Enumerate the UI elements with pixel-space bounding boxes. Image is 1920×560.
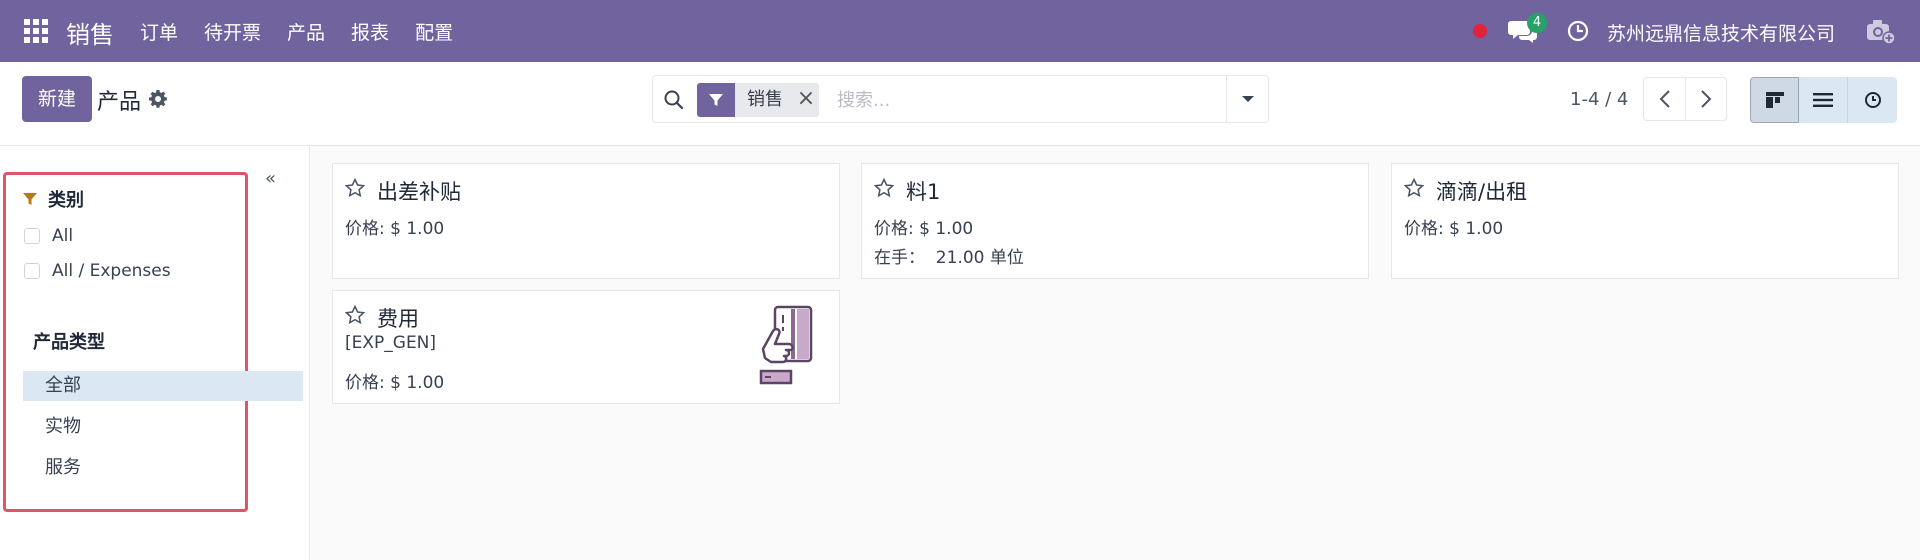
favorite-star-icon[interactable]	[874, 178, 894, 198]
view-switcher	[1750, 77, 1897, 123]
search-bar: 销售 ×	[652, 75, 1269, 123]
product-code: [EXP_GEN]	[345, 333, 437, 353]
type-item-goods[interactable]: 实物	[23, 412, 303, 442]
search-panel: « 类别 All All / Expenses 产品类型 全部 实物 服务	[0, 146, 310, 560]
page-title: 产品	[97, 90, 142, 115]
control-panel: 新建 产品 销售 × 1-4 / 4	[0, 62, 1920, 146]
activity-view-button[interactable]	[1848, 77, 1897, 123]
company-switcher[interactable]: 苏州远鼎信息技术有限公司	[1607, 19, 1835, 46]
category-label: All	[52, 226, 74, 246]
product-price: 价格: $ 1.00	[874, 219, 974, 239]
search-icon[interactable]	[663, 89, 685, 111]
filter-funnel-icon	[697, 83, 735, 117]
main-menu: 订单 待开票 产品 报表 配置	[140, 0, 479, 62]
search-input[interactable]	[837, 86, 1217, 114]
product-card[interactable]: 出差补贴 价格: $ 1.00	[332, 163, 840, 279]
category-item-expenses[interactable]: All / Expenses	[24, 261, 171, 281]
product-price: 价格: $ 1.00	[1404, 219, 1504, 239]
product-name: 滴滴/出租	[1436, 180, 1528, 204]
menu-item-products[interactable]: 产品	[287, 18, 325, 45]
credit-card-hand-icon	[759, 305, 813, 385]
recording-indicator[interactable]	[1473, 24, 1487, 38]
checkbox[interactable]	[24, 263, 40, 279]
filter-funnel-icon	[23, 193, 37, 205]
category-label: All / Expenses	[52, 261, 171, 281]
top-navbar: 销售 订单 待开票 产品 报表 配置 4 苏州远鼎信息技术有限公司	[0, 0, 1920, 62]
activity-clock-icon[interactable]	[1567, 20, 1589, 42]
app-brand[interactable]: 销售	[66, 15, 114, 50]
product-price: 价格: $ 1.00	[345, 219, 445, 239]
checkbox[interactable]	[24, 228, 40, 244]
pager-previous-button[interactable]	[1643, 77, 1685, 121]
product-price: 价格: $ 1.00	[345, 373, 445, 393]
product-card[interactable]: 费用 [EXP_GEN] 价格: $ 1.00	[332, 290, 840, 404]
caret-down-icon	[1241, 96, 1254, 102]
product-card[interactable]: 滴滴/出租 价格: $ 1.00	[1391, 163, 1899, 279]
apps-grid-icon[interactable]	[24, 19, 48, 43]
category-section-header: 类别	[22, 186, 84, 212]
chevron-right-icon	[1701, 90, 1712, 108]
menu-item-config[interactable]: 配置	[415, 18, 453, 45]
collapse-panel-icon[interactable]: «	[265, 168, 276, 189]
filter-facet: 销售 ×	[697, 83, 819, 117]
kanban-icon	[1765, 92, 1784, 108]
facet-remove-icon[interactable]: ×	[793, 83, 819, 117]
new-button[interactable]: 新建	[22, 76, 92, 122]
menu-item-orders[interactable]: 订单	[140, 18, 178, 45]
pager-next-button[interactable]	[1685, 77, 1727, 121]
kanban-view-button[interactable]	[1750, 77, 1799, 123]
favorite-star-icon[interactable]	[345, 178, 365, 198]
menu-item-to-invoice[interactable]: 待开票	[204, 18, 261, 45]
user-avatar-icon[interactable]	[1865, 17, 1895, 45]
gear-icon[interactable]	[148, 89, 168, 109]
list-icon	[1813, 93, 1833, 107]
favorite-star-icon[interactable]	[345, 305, 365, 325]
menu-item-reports[interactable]: 报表	[351, 18, 389, 45]
product-name: 出差补贴	[377, 180, 461, 204]
product-type-header: 产品类型	[33, 332, 105, 353]
facet-label: 销售	[747, 89, 783, 110]
category-header-label: 类别	[48, 190, 84, 211]
chat-count-badge: 4	[1527, 13, 1547, 33]
product-on-hand: 在手： 21.00 单位	[874, 248, 1024, 268]
pager-value[interactable]: 1-4 / 4	[1570, 89, 1628, 110]
favorite-star-icon[interactable]	[1404, 178, 1424, 198]
product-name: 费用	[377, 307, 419, 331]
list-view-button[interactable]	[1799, 77, 1848, 123]
type-item-service[interactable]: 服务	[23, 453, 303, 483]
clock-icon	[1864, 92, 1881, 108]
kanban-view: 出差补贴 价格: $ 1.00 料1 价格: $ 1.00 在手： 21.00 …	[311, 146, 1920, 560]
category-item-all[interactable]: All	[24, 226, 73, 246]
search-options-toggle[interactable]	[1226, 76, 1268, 122]
chevron-left-icon	[1659, 90, 1670, 108]
product-name: 料1	[906, 180, 941, 204]
product-card[interactable]: 料1 价格: $ 1.00 在手： 21.00 单位	[861, 163, 1369, 279]
type-item-all[interactable]: 全部	[23, 371, 303, 401]
